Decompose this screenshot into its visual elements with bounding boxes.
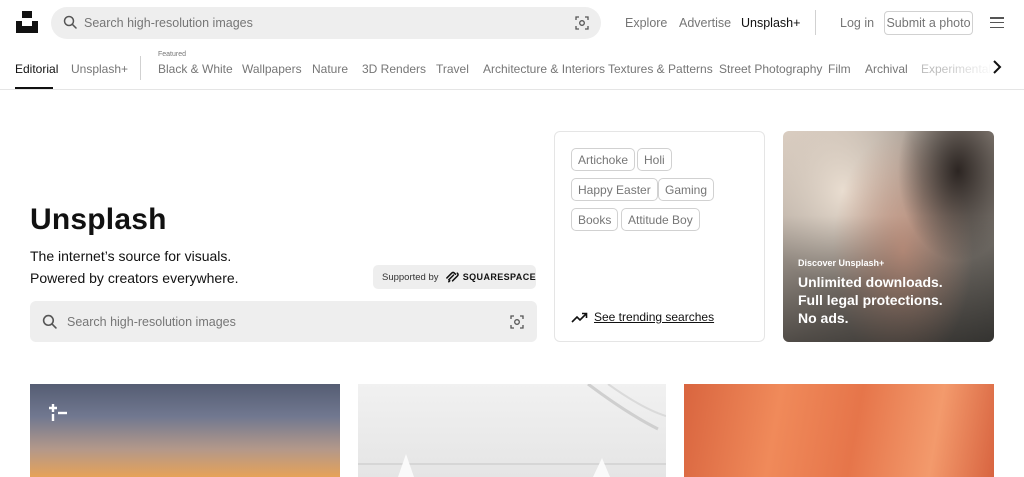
hero-search-placeholder[interactable]: Search high-resolution images	[67, 315, 236, 329]
photo-tile[interactable]	[358, 384, 666, 477]
tab-archival[interactable]: Archival	[865, 62, 908, 76]
tab-film[interactable]: Film	[828, 62, 851, 76]
chevron-right-icon[interactable]	[992, 60, 1002, 74]
see-trending-link[interactable]: See trending searches	[571, 310, 714, 324]
header-search-placeholder[interactable]: Search high-resolution images	[84, 16, 253, 30]
promo-kicker: Discover Unsplash+	[798, 258, 885, 268]
tab-textures-patterns[interactable]: Textures & Patterns	[608, 62, 713, 76]
trending-chip[interactable]: Happy Easter	[571, 178, 658, 201]
tab-wallpapers[interactable]: Wallpapers	[242, 62, 302, 76]
nav-advertise-link[interactable]: Advertise	[679, 16, 731, 30]
tab-3d-renders[interactable]: 3D Renders	[362, 62, 426, 76]
unsplash-plus-promo[interactable]: Discover Unsplash+ Unlimited downloads. …	[783, 131, 994, 342]
photo-tile[interactable]	[684, 384, 994, 477]
top-header: Search high-resolution images Explore Ad…	[0, 0, 1024, 46]
hamburger-menu-icon[interactable]	[990, 17, 1004, 29]
page-title: Unsplash	[30, 203, 167, 236]
hero-tagline-1: The internet’s source for visuals.	[30, 248, 232, 264]
photo-abstract-lines	[358, 384, 666, 477]
nav-explore-link[interactable]: Explore	[625, 16, 667, 30]
trending-arrow-icon	[571, 312, 588, 323]
nav-unsplash-plus-link[interactable]: Unsplash+	[741, 16, 800, 30]
trending-chip[interactable]: Holi	[637, 148, 672, 171]
tab-unsplash-plus[interactable]: Unsplash+	[71, 62, 128, 76]
squarespace-logo-icon	[445, 271, 459, 283]
category-fade	[940, 46, 995, 89]
category-nav: Editorial Unsplash+ Featured Black & Whi…	[0, 46, 1024, 90]
visual-search-icon[interactable]	[575, 16, 589, 30]
hero-tagline-2: Powered by creators everywhere.	[30, 270, 239, 286]
trending-chip[interactable]: Books	[571, 208, 619, 231]
tab-architecture-interiors[interactable]: Architecture & Interiors	[483, 62, 605, 76]
promo-line-1: Unlimited downloads.	[798, 274, 943, 290]
tab-black-white[interactable]: Black & White	[158, 62, 233, 76]
unsplash-logo-icon[interactable]	[16, 11, 38, 33]
tab-nature[interactable]: Nature	[312, 62, 348, 76]
visual-search-icon[interactable]	[510, 315, 524, 329]
category-divider	[140, 56, 141, 80]
sponsor-name: SQUARESPACE	[462, 272, 536, 282]
supported-by-label: Supported by	[382, 271, 439, 283]
hero-search-bar[interactable]: Search high-resolution images	[30, 301, 537, 342]
login-link[interactable]: Log in	[840, 16, 874, 30]
search-icon[interactable]	[42, 314, 57, 329]
tab-travel[interactable]: Travel	[436, 62, 469, 76]
unsplash-plus-badge-icon	[49, 404, 67, 421]
trending-chip[interactable]: Artichoke	[571, 148, 636, 171]
promo-line-3: No ads.	[798, 310, 849, 326]
header-divider	[815, 10, 816, 35]
photo-tile[interactable]	[30, 384, 340, 477]
trending-searches-card: Artichoke Holi Happy Easter Gaming Books…	[554, 131, 765, 342]
see-trending-label[interactable]: See trending searches	[594, 310, 714, 324]
search-icon[interactable]	[63, 15, 77, 29]
trending-chip[interactable]: Gaming	[658, 178, 715, 201]
trending-chip[interactable]: Attitude Boy	[621, 208, 700, 231]
promo-line-2: Full legal protections.	[798, 292, 943, 308]
header-search-bar[interactable]: Search high-resolution images	[51, 7, 601, 39]
tab-editorial[interactable]: Editorial	[15, 62, 58, 76]
active-tab-indicator	[15, 87, 53, 89]
submit-photo-button[interactable]: Submit a photo	[884, 11, 973, 35]
sponsor-badge[interactable]: Supported by SQUARESPACE	[373, 265, 536, 289]
tab-street-photography[interactable]: Street Photography	[719, 62, 822, 76]
featured-label: Featured	[158, 51, 187, 58]
